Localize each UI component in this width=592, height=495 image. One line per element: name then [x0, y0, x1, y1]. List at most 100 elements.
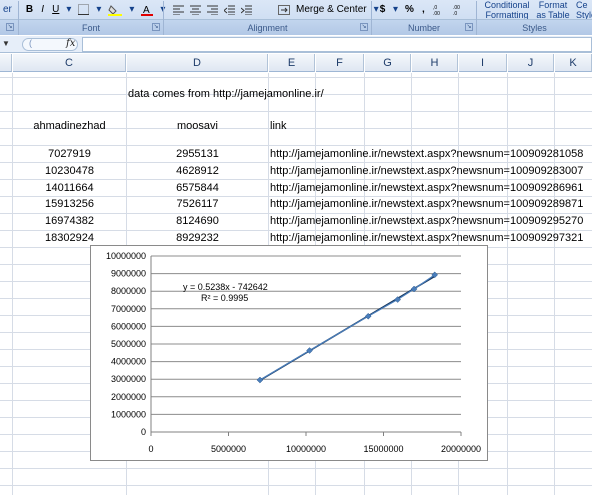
italic-button[interactable]: I	[36, 2, 49, 17]
align-center-button[interactable]	[187, 2, 204, 17]
alignment-toolbar: Merge & Center ▾	[170, 0, 383, 19]
number-dialog-launcher-icon[interactable]: ↘	[465, 23, 473, 31]
x-tick-label: 10000000	[286, 444, 326, 454]
y-tick-label: 9000000	[111, 269, 146, 279]
cell-moosavi[interactable]: 8124690	[127, 213, 268, 230]
cell-moosavi[interactable]: 7526117	[127, 196, 268, 213]
column-header-j[interactable]: J	[508, 54, 554, 72]
increase-indent-button[interactable]	[238, 2, 255, 17]
styles-group-label: Styles	[522, 22, 547, 33]
row-header-corner[interactable]	[0, 54, 12, 72]
formula-bar-handle-icon: (	[29, 38, 32, 48]
merge-center-icon[interactable]	[275, 2, 293, 17]
trendline-equation: y = 0.5238x - 742642	[183, 282, 268, 292]
name-box-dropdown-icon[interactable]: ▼	[2, 39, 10, 48]
font-group-bar: Font ↘	[19, 19, 163, 35]
column-header-d[interactable]: D	[127, 54, 268, 72]
underline-dropdown-icon[interactable]: ▾	[62, 2, 75, 17]
formula-bar: ▼ ( fx	[0, 36, 592, 53]
conditional-formatting-button[interactable]: Conditional Formatting	[483, 0, 531, 20]
cell-styles-button[interactable]: Ce Style	[576, 0, 592, 20]
decrease-decimal-button[interactable]: .00,0	[450, 2, 470, 17]
borders-dropdown-icon[interactable]: ▾	[92, 2, 105, 17]
column-header-g[interactable]: G	[365, 54, 411, 72]
header-link[interactable]: link	[270, 118, 287, 135]
data-point	[256, 376, 264, 384]
cell-ahmadinezhad[interactable]: 10230478	[13, 163, 126, 180]
y-tick-label: 5000000	[111, 339, 146, 349]
alignment-group-bar: Alignment ↘	[164, 19, 371, 35]
decrease-indent-button[interactable]	[221, 2, 238, 17]
cell-ahmadinezhad[interactable]: 15913256	[13, 196, 126, 213]
x-tick-label: 20000000	[441, 444, 481, 454]
cell-ahmadinezhad[interactable]: 16974382	[13, 213, 126, 230]
x-tick-label: 0	[148, 444, 153, 454]
increase-decimal-icon: ,0.00	[433, 5, 440, 15]
clipboard-dialog-launcher-icon[interactable]: ↘	[6, 23, 14, 31]
y-tick-label: 4000000	[111, 357, 146, 367]
y-tick-label: 2000000	[111, 392, 146, 402]
cell-moosavi[interactable]: 2955131	[127, 146, 268, 163]
column-header-i[interactable]: I	[459, 54, 507, 72]
number-toolbar: $ ▾ % , ,0.00 .00,0	[376, 0, 470, 19]
merge-center-button[interactable]: Merge & Center	[293, 2, 370, 17]
cell-link[interactable]: http://jamejamonline.ir/newstext.aspx?ne…	[270, 213, 583, 230]
percent-button[interactable]: %	[402, 2, 417, 17]
font-color-button[interactable]: A	[138, 2, 156, 17]
cell-ahmadinezhad[interactable]: 14011664	[13, 180, 126, 197]
gridline	[0, 485, 592, 486]
y-tick-label: 6000000	[111, 321, 146, 331]
cell-ahmadinezhad[interactable]: 7027919	[13, 146, 126, 163]
formula-input[interactable]	[82, 37, 592, 52]
borders-button[interactable]	[75, 2, 92, 17]
insert-function-button[interactable]: fx	[66, 38, 75, 49]
underline-button[interactable]: U	[49, 2, 62, 17]
source-note[interactable]: data comes from http://jamejamonline.ir/	[128, 86, 324, 103]
column-header-k[interactable]: K	[555, 54, 592, 72]
decrease-decimal-icon: .00,0	[453, 5, 460, 15]
cell-moosavi[interactable]: 4628912	[127, 163, 268, 180]
currency-button[interactable]: $	[376, 2, 389, 17]
cell-moosavi[interactable]: 6575844	[127, 180, 268, 197]
align-left-icon	[173, 5, 184, 15]
column-header-c[interactable]: C	[13, 54, 126, 72]
fill-color-button[interactable]	[105, 2, 125, 17]
ribbon: er B I U ▾ ▾ ▾ A ▾ Merge & Center ▾ $ ▾ …	[0, 0, 592, 35]
styles-group-bar: Styles	[477, 19, 592, 35]
alignment-dialog-launcher-icon[interactable]: ↘	[360, 23, 368, 31]
y-tick-label: 10000000	[106, 251, 146, 261]
font-toolbar: er B I U ▾ ▾ ▾ A ▾	[0, 0, 169, 34]
font-dialog-launcher-icon[interactable]: ↘	[152, 23, 160, 31]
column-header-e[interactable]: E	[269, 54, 315, 72]
fill-color-dropdown-icon[interactable]: ▾	[125, 2, 138, 17]
chart-plot: 0 1000000 2000000 3000000 4000000 5000000 6000…	[106, 251, 481, 454]
svg-text:.00: .00	[433, 11, 440, 15]
currency-dropdown-icon[interactable]: ▾	[389, 2, 402, 17]
header-ahmadinezhad[interactable]: ahmadinezhad	[13, 118, 126, 135]
cell-link[interactable]: http://jamejamonline.ir/newstext.aspx?ne…	[270, 196, 583, 213]
row-header-strip	[12, 73, 13, 495]
cell-link[interactable]: http://jamejamonline.ir/newstext.aspx?ne…	[270, 180, 583, 197]
y-tick-label: 0	[141, 427, 146, 437]
format-as-table-button[interactable]: Format as Table	[533, 0, 573, 20]
gridline	[554, 73, 555, 495]
gridline	[0, 111, 592, 112]
scatter-chart[interactable]: 0 1000000 2000000 3000000 4000000 5000000 6000…	[90, 245, 488, 461]
cell-link[interactable]: http://jamejamonline.ir/newstext.aspx?ne…	[270, 146, 583, 163]
gridline	[0, 77, 592, 78]
align-center-icon	[190, 5, 201, 15]
font-group-label: Font	[81, 22, 100, 33]
align-right-button[interactable]	[204, 2, 221, 17]
fill-color-icon	[108, 4, 123, 16]
bold-button[interactable]: B	[23, 2, 36, 17]
align-left-button[interactable]	[170, 2, 187, 17]
cell-link[interactable]: http://jamejamonline.ir/newstext.aspx?ne…	[270, 163, 583, 180]
header-moosavi[interactable]: moosavi	[127, 118, 268, 135]
number-group-bar: Number ↘	[372, 19, 476, 35]
increase-decimal-button[interactable]: ,0.00	[430, 2, 450, 17]
column-header-h[interactable]: H	[412, 54, 458, 72]
comma-button[interactable]: ,	[417, 2, 430, 17]
number-group-label: Number	[407, 22, 440, 33]
svg-text:,0: ,0	[453, 11, 457, 15]
column-header-f[interactable]: F	[316, 54, 364, 72]
